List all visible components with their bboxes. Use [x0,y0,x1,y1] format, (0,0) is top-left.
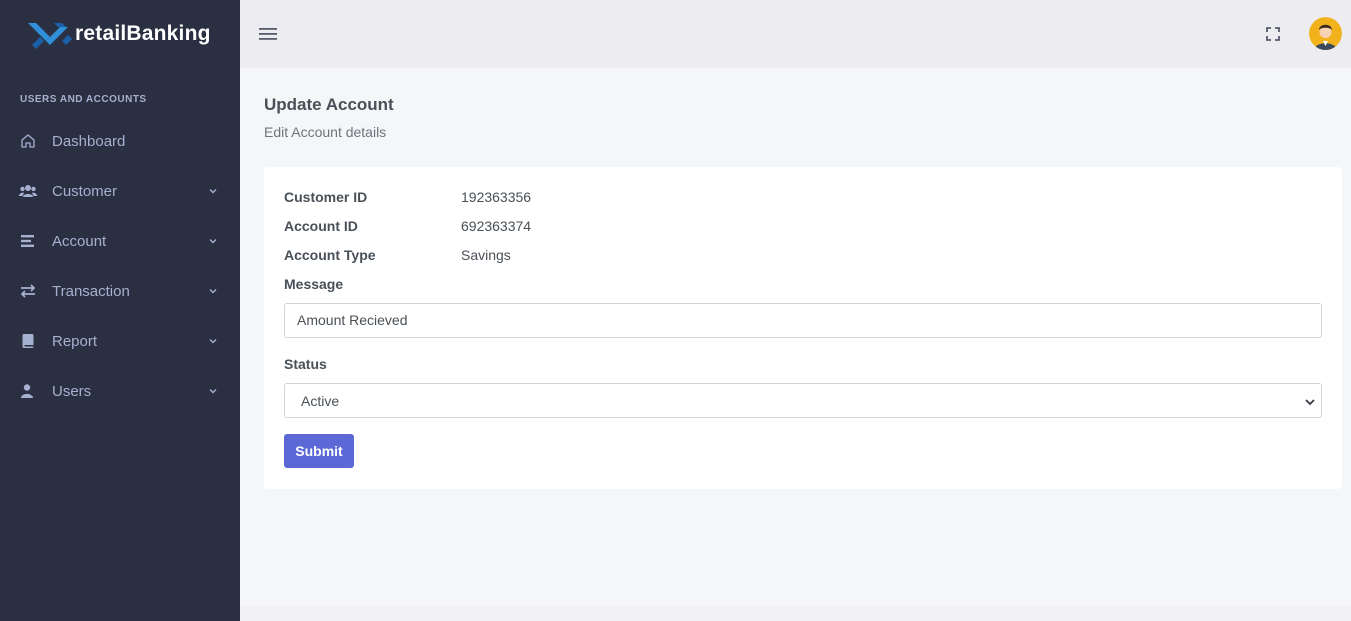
chevron-down-icon [1305,399,1315,406]
sidebar-section-title: USERS AND ACCOUNTS [20,94,147,105]
user-avatar-icon[interactable] [1309,17,1342,50]
update-account-card: Customer ID 192363356 Account ID 6923633… [264,167,1342,489]
hamburger-icon[interactable] [258,25,278,43]
home-icon [19,132,37,150]
message-label: Message [284,276,344,292]
sidebar-item-dashboard[interactable]: Dashboard [0,116,240,166]
detail-value: 192363356 [461,189,532,205]
page-subtitle: Edit Account details [264,124,387,140]
sidebar-item-users[interactable]: Users [0,366,240,416]
brand[interactable]: retailBanking [0,0,240,68]
sidebar-item-label: Users [52,382,92,400]
sidebar-item-account[interactable]: Account [0,216,240,266]
sidebar-item-transaction[interactable]: Transaction [0,266,240,316]
detail-label: Customer ID [284,189,368,205]
page-title: Update Account [264,95,394,114]
exchange-icon [19,282,37,300]
status-selected-value: Active [301,393,340,409]
detail-value: Savings [461,247,511,263]
brand-logo-icon [28,23,72,49]
sidebar: retailBanking USERS AND ACCOUNTS Dashboa… [0,0,240,621]
chevron-down-icon [209,389,217,394]
sidebar-item-label: Customer [52,182,118,200]
sidebar-item-label: Report [52,332,98,350]
chevron-down-icon [209,189,217,194]
sidebar-item-label: Transaction [52,282,130,300]
list-icon [19,232,37,250]
sidebar-item-label: Account [52,232,107,250]
book-icon [19,332,37,350]
submit-button[interactable]: Submit [284,434,354,468]
status-label: Status [284,356,327,372]
detail-label: Account ID [284,218,358,234]
status-select[interactable]: Active [284,383,1322,418]
fullscreen-icon[interactable] [1265,26,1281,42]
topbar [240,0,1351,68]
user-cog-icon [19,382,37,400]
brand-name: retailBanking [75,22,211,45]
chevron-down-icon [209,289,217,294]
chevron-down-icon [209,339,217,344]
sidebar-item-label: Dashboard [52,132,126,150]
detail-label: Account Type [284,247,376,263]
sidebar-item-report[interactable]: Report [0,316,240,366]
sidebar-item-customer[interactable]: Customer [0,166,240,216]
message-input[interactable]: Amount Recieved [284,303,1322,338]
users-icon [19,182,37,200]
detail-value: 692363374 [461,218,532,234]
chevron-down-icon [209,239,217,244]
footer [240,606,1351,621]
